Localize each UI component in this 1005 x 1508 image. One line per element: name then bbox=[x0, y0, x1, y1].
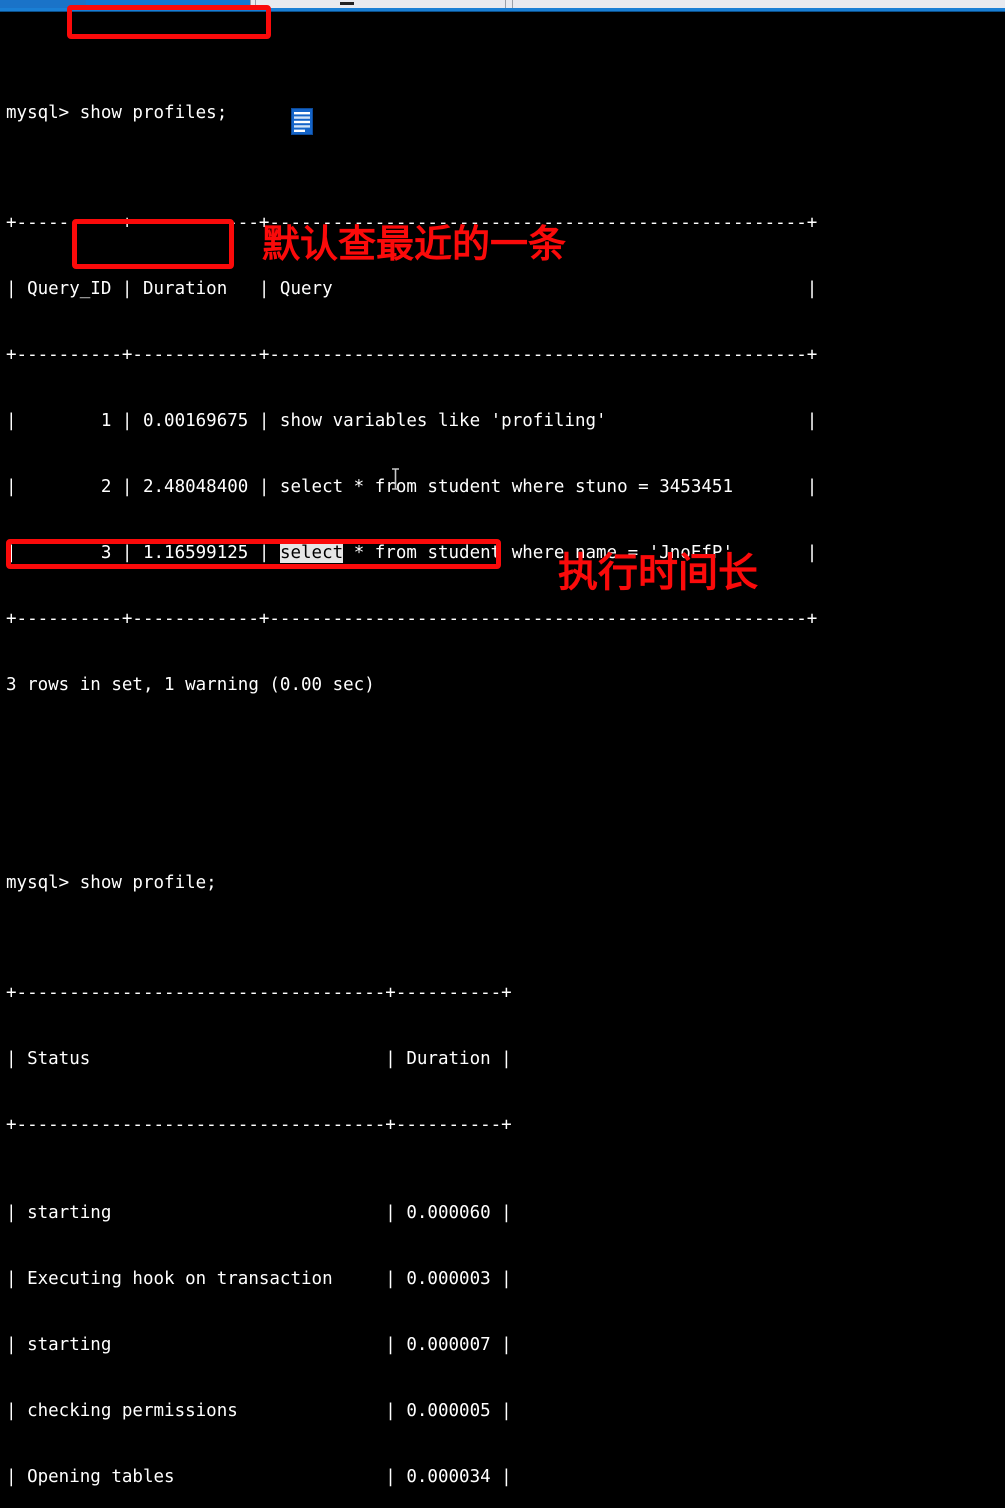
profiles-table-row: | 3 | 1.16599125 | select * from student… bbox=[6, 542, 1005, 564]
profile-table-row: | Executing hook on transaction | 0.0000… bbox=[6, 1269, 512, 1289]
profiles-table-row: | 2 | 2.48048400 | select * from student… bbox=[6, 477, 818, 497]
profile-table-row: | starting | 0.000007 | bbox=[6, 1335, 512, 1355]
terminal-prompt-line-2: mysql> show profile; bbox=[6, 873, 217, 893]
chrome-tab-glyph bbox=[340, 2, 354, 5]
profiles-table-rule-top: +----------+------------+---------------… bbox=[6, 213, 818, 233]
terminal-window[interactable]: mysql> show profiles; +----------+------… bbox=[0, 12, 1005, 1487]
profile-table-row: | checking permissions | 0.000005 | bbox=[6, 1401, 512, 1421]
profiles-table-rule-mid: +----------+------------+---------------… bbox=[6, 345, 818, 365]
profile-table-rule-top: +-----------------------------------+---… bbox=[6, 983, 512, 1003]
profile-table-row: | starting | 0.000060 | bbox=[6, 1203, 512, 1223]
profile-table-header: | Status | Duration | bbox=[6, 1049, 512, 1069]
profile-table-row: | Opening tables | 0.000034 | bbox=[6, 1467, 512, 1487]
profiles-table-row: | 1 | 0.00169675 | show variables like '… bbox=[6, 411, 818, 431]
profiles-row3-prefix: | 3 | 1.16599125 | bbox=[6, 543, 280, 563]
app-chrome-bar bbox=[0, 0, 1005, 12]
profiles-table-header: | Query_ID | Duration | Query | bbox=[6, 279, 818, 299]
profile-table-rule-mid: +-----------------------------------+---… bbox=[6, 1115, 512, 1135]
selected-text-select[interactable]: select bbox=[279, 543, 344, 563]
profiles-result-footer: 3 rows in set, 1 warning (0.00 sec) bbox=[6, 675, 375, 695]
profiles-row3-suffix: * from student where name = 'JnoEfP' | bbox=[343, 543, 818, 563]
profiles-table-rule-bottom: +----------+------------+---------------… bbox=[6, 609, 818, 629]
terminal-prompt-line-1: mysql> show profiles; bbox=[6, 103, 228, 123]
